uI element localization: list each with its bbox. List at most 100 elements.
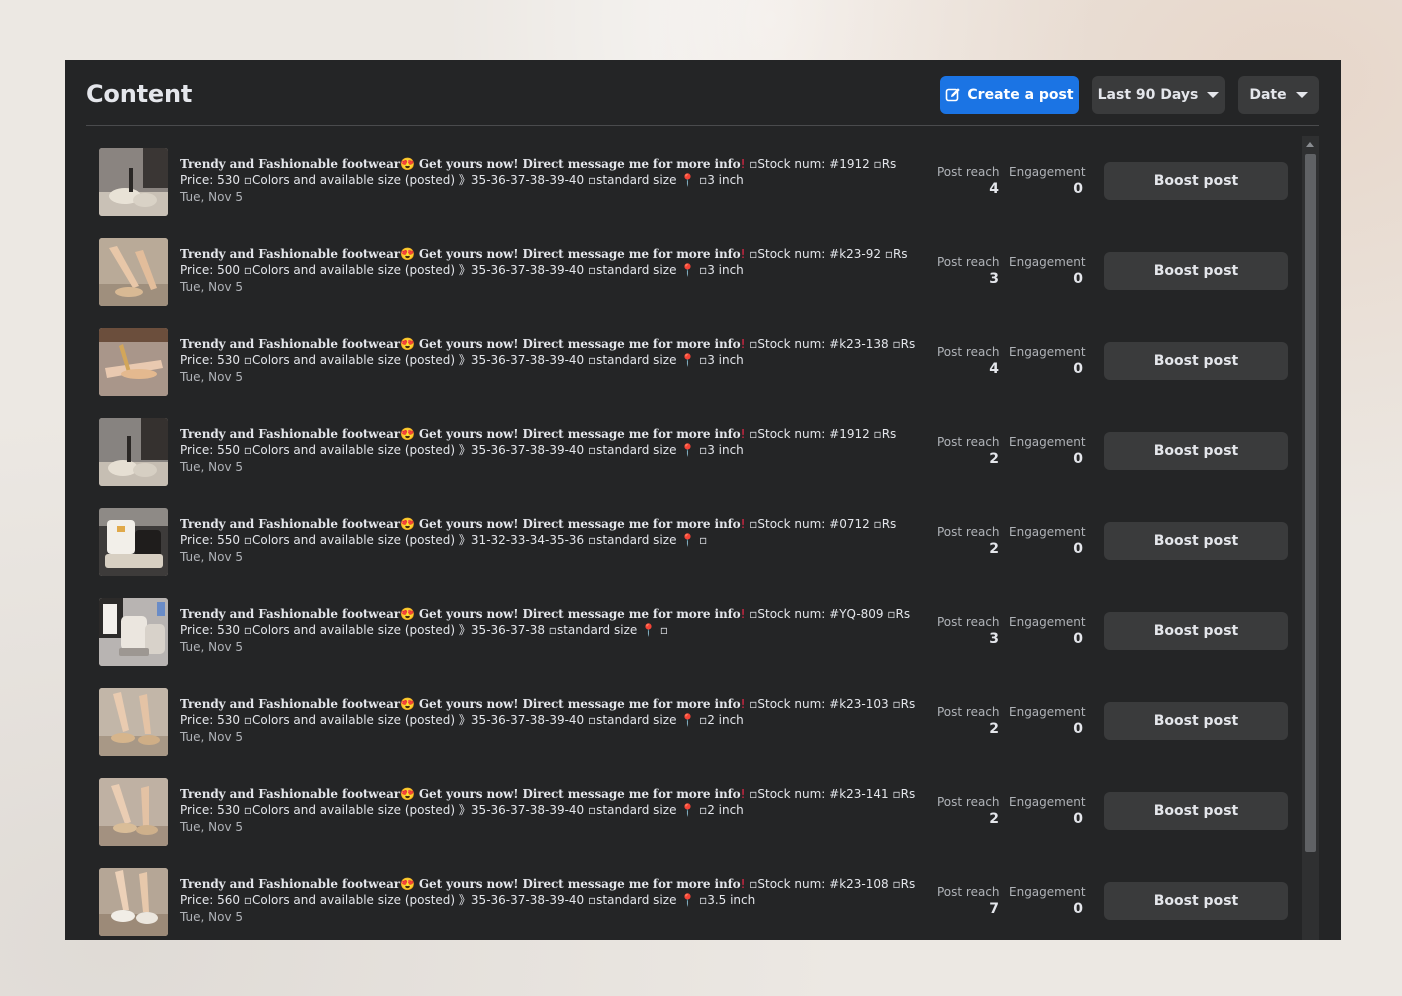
- post-description[interactable]: Trendy and Fashionable footwear😍 Get you…: [180, 516, 925, 548]
- post-headline: Trendy and Fashionable footwear😍 Get you…: [180, 427, 741, 441]
- post-thumbnail[interactable]: [99, 688, 168, 756]
- engagement-value: 0: [1073, 451, 1083, 467]
- post-headline: Trendy and Fashionable footwear😍 Get you…: [180, 517, 741, 531]
- post-reach-label: Post reach: [937, 795, 1000, 809]
- scrollbar[interactable]: [1302, 136, 1319, 940]
- post-heel-size: ▫3.5 inch: [699, 893, 756, 907]
- post-description[interactable]: Trendy and Fashionable footwear😍 Get you…: [180, 156, 925, 188]
- post-reach-value: 3: [989, 631, 999, 647]
- post-reach-label: Post reach: [937, 165, 1000, 179]
- pin-icon: 📍: [680, 173, 696, 187]
- post-reach-value: 7: [989, 901, 999, 917]
- post-date: Tue, Nov 5: [180, 820, 243, 834]
- post-date: Tue, Nov 5: [180, 460, 243, 474]
- boost-post-button[interactable]: Boost post: [1104, 162, 1288, 200]
- post-description[interactable]: Trendy and Fashionable footwear😍 Get you…: [180, 606, 925, 638]
- pin-icon: 📍: [680, 803, 696, 817]
- post-row[interactable]: Trendy and Fashionable footwear😍 Get you…: [65, 396, 1303, 486]
- post-description[interactable]: Trendy and Fashionable footwear😍 Get you…: [180, 696, 925, 728]
- post-thumbnail[interactable]: [99, 148, 168, 216]
- post-thumbnail[interactable]: [99, 238, 168, 306]
- post-reach-metric: Post reach 4: [937, 164, 1000, 198]
- post-row[interactable]: Trendy and Fashionable footwear😍 Get you…: [65, 666, 1303, 756]
- boost-post-button[interactable]: Boost post: [1104, 522, 1288, 560]
- post-reach-metric: Post reach 2: [937, 524, 1000, 558]
- page-title: Content: [86, 80, 193, 108]
- post-thumbnail[interactable]: [99, 598, 168, 666]
- post-description[interactable]: Trendy and Fashionable footwear😍 Get you…: [180, 786, 925, 818]
- engagement-value: 0: [1073, 721, 1083, 737]
- post-description[interactable]: Trendy and Fashionable footwear😍 Get you…: [180, 876, 925, 908]
- post-row[interactable]: Trendy and Fashionable footwear😍 Get you…: [65, 756, 1303, 846]
- post-row[interactable]: Trendy and Fashionable footwear😍 Get you…: [65, 126, 1303, 216]
- engagement-label: Engagement: [1009, 525, 1086, 539]
- post-row[interactable]: Trendy and Fashionable footwear😍 Get you…: [65, 216, 1303, 306]
- engagement-metric: Engagement 0: [1009, 164, 1086, 198]
- boost-post-button[interactable]: Boost post: [1104, 702, 1288, 740]
- post-heel-size: ▫: [699, 533, 708, 547]
- pin-icon: 📍: [680, 713, 696, 727]
- post-thumbnail[interactable]: [99, 868, 168, 936]
- boost-post-button[interactable]: Boost post: [1104, 882, 1288, 920]
- post-date: Tue, Nov 5: [180, 190, 243, 204]
- post-thumbnail[interactable]: [99, 778, 168, 846]
- engagement-label: Engagement: [1009, 795, 1086, 809]
- exclamation-icon: !: [740, 877, 746, 891]
- post-row[interactable]: Trendy and Fashionable footwear😍 Get you…: [65, 846, 1303, 936]
- post-headline: Trendy and Fashionable footwear😍 Get you…: [180, 337, 741, 351]
- scrollbar-thumb[interactable]: [1305, 154, 1316, 852]
- engagement-value: 0: [1073, 361, 1083, 377]
- post-reach-metric: Post reach 7: [937, 884, 1000, 918]
- engagement-label: Engagement: [1009, 615, 1086, 629]
- post-description[interactable]: Trendy and Fashionable footwear😍 Get you…: [180, 426, 925, 458]
- post-row[interactable]: Trendy and Fashionable footwear😍 Get you…: [65, 576, 1303, 666]
- engagement-value: 0: [1073, 181, 1083, 197]
- post-date: Tue, Nov 5: [180, 730, 243, 744]
- post-row[interactable]: Trendy and Fashionable footwear😍 Get you…: [65, 486, 1303, 576]
- pin-icon: 📍: [680, 893, 696, 907]
- post-reach-label: Post reach: [937, 525, 1000, 539]
- engagement-metric: Engagement 0: [1009, 704, 1086, 738]
- post-row[interactable]: Trendy and Fashionable footwear😍 Get you…: [65, 306, 1303, 396]
- post-reach-value: 2: [989, 721, 999, 737]
- edit-pencil-icon: [945, 87, 961, 103]
- boost-post-button[interactable]: Boost post: [1104, 252, 1288, 290]
- boost-post-button[interactable]: Boost post: [1104, 792, 1288, 830]
- post-reach-label: Post reach: [937, 615, 1000, 629]
- post-heel-size: ▫3 inch: [699, 353, 744, 367]
- post-list: Trendy and Fashionable footwear😍 Get you…: [65, 126, 1303, 940]
- exclamation-icon: !: [740, 337, 746, 351]
- exclamation-icon: !: [740, 787, 746, 801]
- post-date: Tue, Nov 5: [180, 370, 243, 384]
- engagement-metric: Engagement 0: [1009, 614, 1086, 648]
- caret-down-icon: [1295, 92, 1308, 98]
- post-headline: Trendy and Fashionable footwear😍 Get you…: [180, 607, 741, 621]
- post-reach-value: 4: [989, 361, 999, 377]
- post-thumbnail[interactable]: [99, 508, 168, 576]
- post-reach-label: Post reach: [937, 255, 1000, 269]
- post-headline: Trendy and Fashionable footwear😍 Get you…: [180, 877, 741, 891]
- engagement-metric: Engagement 0: [1009, 434, 1086, 468]
- post-thumbnail[interactable]: [99, 418, 168, 486]
- post-reach-value: 2: [989, 451, 999, 467]
- date-range-dropdown[interactable]: Last 90 Days: [1092, 76, 1225, 114]
- engagement-metric: Engagement 0: [1009, 254, 1086, 288]
- post-thumbnail[interactable]: [99, 328, 168, 396]
- create-post-button[interactable]: Create a post: [940, 76, 1079, 114]
- boost-post-button[interactable]: Boost post: [1104, 612, 1288, 650]
- post-reach-value: 2: [989, 541, 999, 557]
- post-heel-size: ▫2 inch: [699, 713, 744, 727]
- engagement-label: Engagement: [1009, 345, 1086, 359]
- post-reach-label: Post reach: [937, 345, 1000, 359]
- post-reach-label: Post reach: [937, 885, 1000, 899]
- post-description[interactable]: Trendy and Fashionable footwear😍 Get you…: [180, 336, 925, 368]
- post-description[interactable]: Trendy and Fashionable footwear😍 Get you…: [180, 246, 925, 278]
- boost-post-button[interactable]: Boost post: [1104, 432, 1288, 470]
- post-reach-metric: Post reach 2: [937, 434, 1000, 468]
- pin-icon: 📍: [680, 533, 696, 547]
- engagement-label: Engagement: [1009, 885, 1086, 899]
- engagement-label: Engagement: [1009, 165, 1086, 179]
- sort-dropdown[interactable]: Date: [1238, 76, 1319, 114]
- scroll-up-arrow-icon[interactable]: [1306, 142, 1314, 147]
- boost-post-button[interactable]: Boost post: [1104, 342, 1288, 380]
